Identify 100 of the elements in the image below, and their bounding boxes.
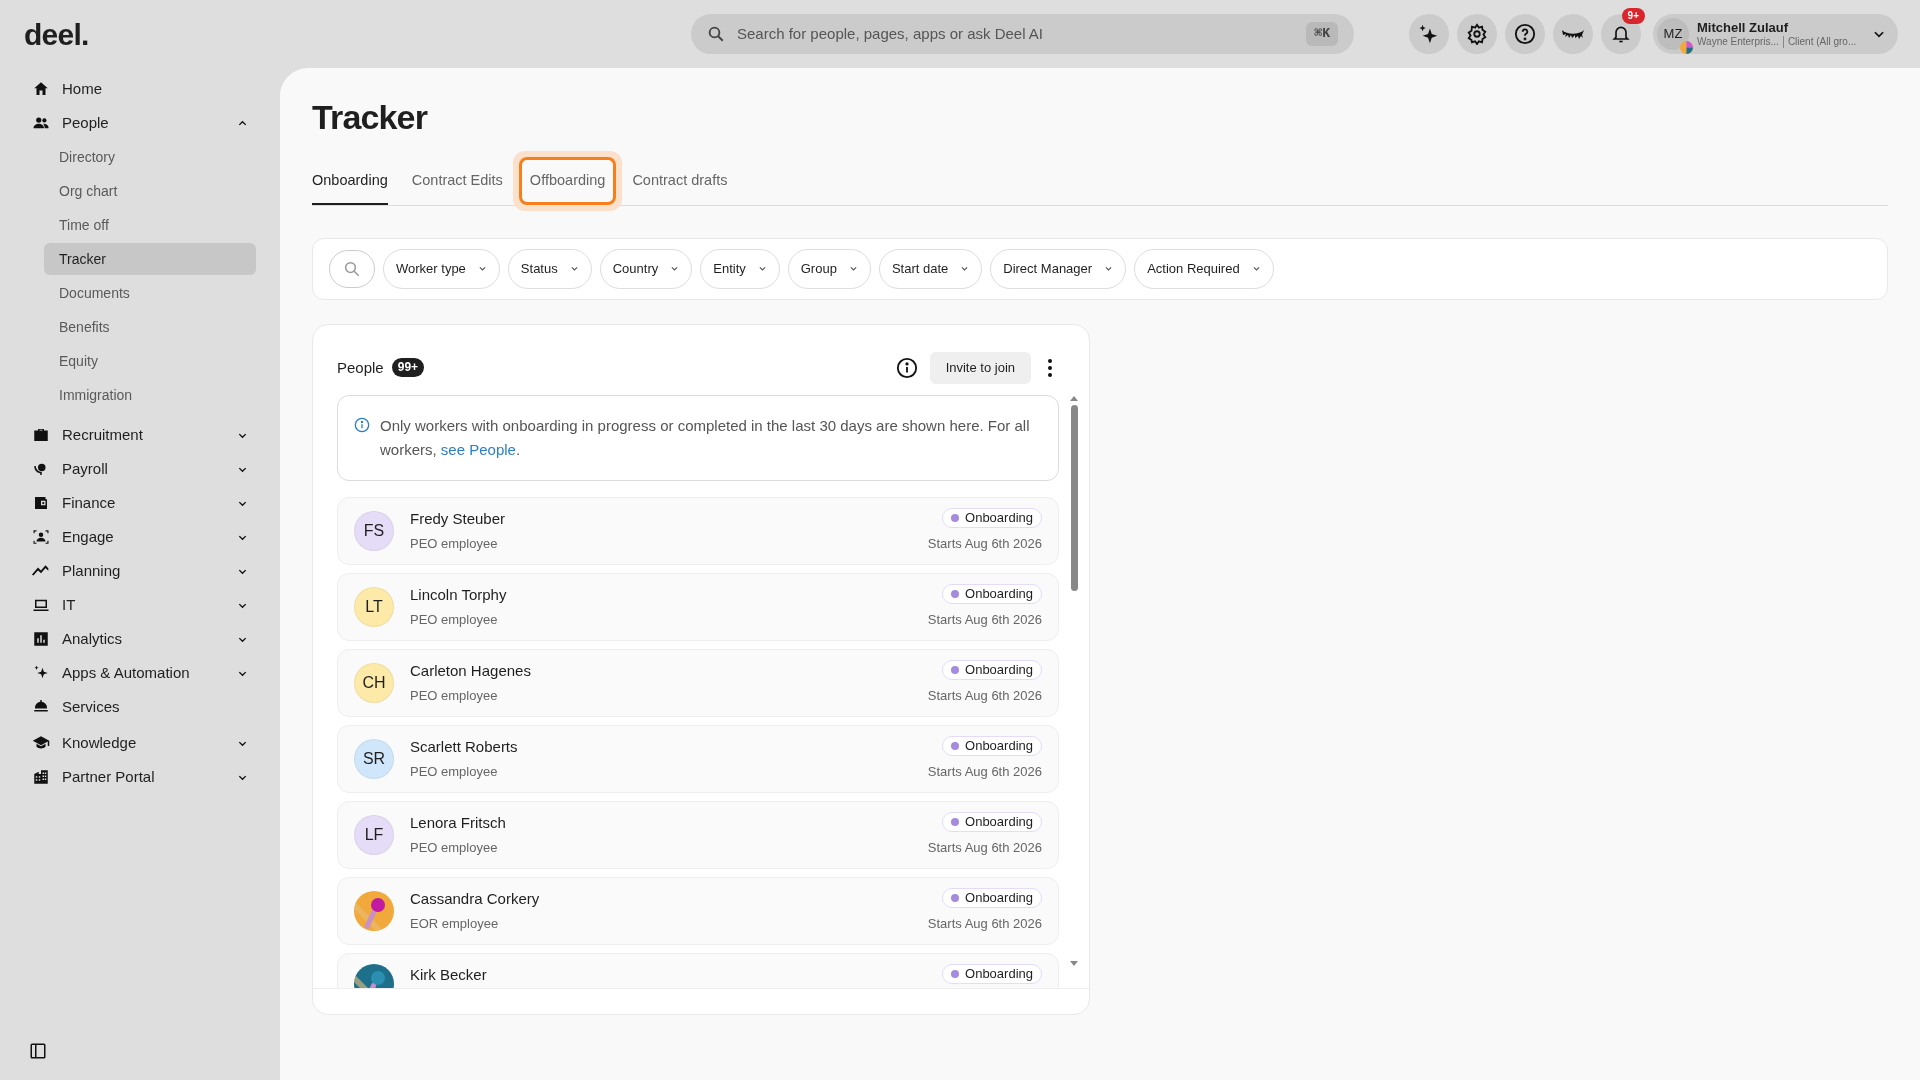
sidebar-item[interactable]: People — [24, 106, 256, 140]
worker-type: PEO employee — [410, 763, 499, 782]
sidebar-item[interactable]: Engage — [24, 520, 256, 554]
chevron-down-icon — [1251, 264, 1261, 274]
sidebar-subitem[interactable]: Equity — [44, 345, 256, 377]
person-name: Carleton Hagenes — [410, 660, 532, 681]
worker-type: PEO employee — [410, 839, 499, 858]
worker-type: PEO employee — [410, 611, 499, 630]
avatar: FS — [354, 510, 394, 551]
ai-sparkle-button[interactable] — [1409, 14, 1449, 54]
notice-text: Only workers with onboarding in progress or completed in the last 30 days are shown here. For all workers, see People. — [380, 415, 1031, 460]
person-row[interactable]: LT Lincoln Torphy PEO employee Onboarding Starts Aug 6th 2026 — [337, 572, 1059, 641]
chevron-down-icon — [569, 264, 579, 274]
org-logo-icon — [1680, 41, 1693, 54]
worker-type: EOR employee — [410, 915, 500, 934]
briefcase-icon — [32, 426, 50, 444]
scroll-down-icon[interactable] — [1070, 960, 1078, 967]
see-people-link[interactable]: see People — [440, 440, 516, 458]
person-name: Fredy Steuber — [410, 508, 507, 529]
info-icon — [354, 416, 370, 433]
sidebar-subitem[interactable]: Directory — [44, 141, 256, 173]
tab[interactable]: Contract Edits — [411, 163, 503, 205]
user-name: Mitchell Zulauf — [1697, 19, 1789, 36]
start-date: Starts Aug 6th 2026 — [927, 839, 1042, 857]
avatar: LT — [354, 586, 394, 627]
avatar: CH — [354, 662, 394, 703]
help-icon — [1514, 23, 1536, 45]
info-icon[interactable] — [895, 356, 918, 379]
sidebar-subitem[interactable]: Tracker — [44, 243, 256, 275]
chevron-down-icon — [757, 264, 767, 274]
sidebar-toggle-icon[interactable] — [29, 1042, 47, 1060]
user-avatar: MZ — [1657, 18, 1689, 50]
tab[interactable]: Contract drafts — [632, 163, 728, 205]
person-row[interactable]: CH Carleton Hagenes PEO employee Onboarding Starts Aug 6th 2026 — [337, 648, 1059, 717]
status-badge: Onboarding — [942, 584, 1042, 604]
person-name: Scarlett Roberts — [410, 736, 519, 757]
status-badge: Onboarding — [942, 888, 1042, 908]
status-badge: Onboarding — [942, 963, 1042, 984]
start-date: Starts Aug 6th 2026 — [927, 611, 1042, 629]
person-row[interactable]: SR Scarlett Roberts PEO employee Onboarding Starts Aug 6th 2026 — [337, 724, 1059, 793]
scrollbar-thumb[interactable] — [1070, 404, 1078, 591]
sidebar-item[interactable]: Payroll — [24, 452, 256, 486]
status-badge: Onboarding — [942, 660, 1042, 680]
user-role: Client (All gro... — [1787, 35, 1857, 49]
person-focus-icon — [32, 528, 50, 546]
worker-type: PEO employee — [410, 687, 499, 706]
start-date: Starts Aug 6th 2026 — [927, 915, 1042, 933]
sidebar-subitem[interactable]: Documents — [44, 277, 256, 309]
sidebar-subitem[interactable]: Benefits — [44, 311, 256, 343]
more-icon[interactable] — [1047, 357, 1053, 378]
search-bar[interactable]: Search for people, pages, apps or ask Deel AI ⌘K — [691, 14, 1354, 54]
sidebar-item[interactable]: Finance — [24, 486, 256, 520]
scroll-up-icon[interactable] — [1070, 394, 1078, 401]
start-date: Starts Aug 6th 2026 — [927, 687, 1042, 705]
person-row[interactable]: Cassandra Corkery EOR employee Onboarding Starts Aug 6th 2026 — [337, 876, 1059, 945]
search-input[interactable]: Search for people, pages, apps or ask Deel AI — [737, 22, 1295, 46]
search-icon — [343, 259, 361, 278]
sidebar-item[interactable]: Home — [24, 72, 256, 106]
person-name: Lincoln Torphy — [410, 584, 508, 605]
home-icon — [32, 80, 50, 98]
tab[interactable]: Offboarding — [518, 157, 617, 205]
tab[interactable]: Onboarding — [312, 163, 388, 205]
sidebar-item[interactable]: Planning — [24, 554, 256, 588]
person-row[interactable]: LF Lenora Fritsch PEO employee Onboarding Starts Aug 6th 2026 — [337, 800, 1059, 869]
sidebar-subitem[interactable]: Immigration — [44, 379, 256, 411]
status-badge: Onboarding — [942, 736, 1042, 756]
person-row[interactable]: FS Fredy Steuber PEO employee Onboarding Starts Aug 6th 2026 — [337, 496, 1059, 565]
sidebar-item[interactable]: Analytics — [24, 622, 256, 656]
sidebar-subitem[interactable]: Org chart — [44, 175, 256, 207]
chevron-down-icon — [670, 264, 680, 274]
sidebar-item[interactable]: Services — [24, 690, 256, 724]
sidebar-item[interactable]: IT — [24, 588, 256, 622]
logo[interactable]: deel. — [24, 17, 89, 51]
sidebar-item[interactable]: Knowledge — [24, 726, 256, 760]
count-badge: 99+ — [391, 358, 425, 378]
chevron-down-icon — [848, 264, 858, 274]
sidebar-item[interactable]: Partner Portal — [24, 760, 256, 794]
person-name: Lenora Fritsch — [410, 812, 507, 833]
building-icon — [32, 768, 50, 786]
hide-button[interactable] — [1553, 14, 1593, 54]
chevron-down-icon — [477, 264, 487, 274]
avatar: LF — [354, 814, 394, 855]
sidebar-subitem[interactable]: Time off — [44, 209, 256, 241]
user-menu[interactable]: MZ Mitchell Zulauf Wayne Enterpris... Client (All gro... — [1653, 14, 1898, 54]
status-badge: Onboarding — [942, 508, 1042, 528]
sidebar-item[interactable]: Recruitment — [24, 418, 256, 452]
notification-badge: 9+ — [1621, 8, 1645, 24]
shortcut-key: ⌘K — [1306, 22, 1338, 46]
person-row[interactable]: Kirk Becker Onboarding — [337, 952, 1059, 988]
status-badge: Onboarding — [942, 812, 1042, 832]
bar-chart-icon — [32, 630, 50, 648]
help-button[interactable] — [1505, 14, 1545, 54]
settings-icon — [1466, 23, 1488, 45]
settings-button[interactable] — [1457, 14, 1497, 54]
avatar: SR — [354, 738, 394, 779]
person-name: Kirk Becker — [410, 964, 488, 985]
invite-button[interactable]: Invite to join — [929, 351, 1031, 384]
sidebar-item[interactable]: Apps & Automation — [24, 656, 256, 690]
chevron-down-icon — [960, 264, 970, 274]
start-date: Starts Aug 6th 2026 — [927, 535, 1042, 553]
